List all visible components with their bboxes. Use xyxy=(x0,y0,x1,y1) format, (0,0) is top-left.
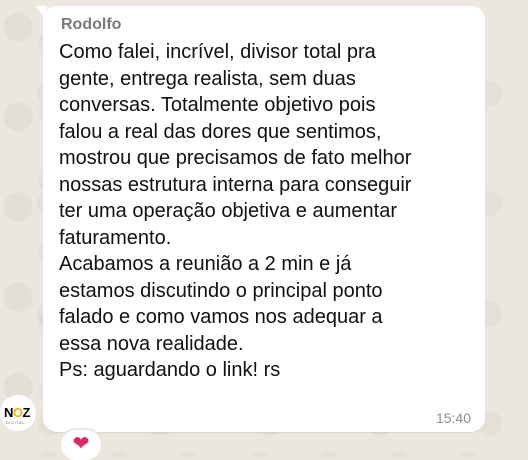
reaction-badge[interactable]: ❤ xyxy=(61,430,101,460)
message-line: mostrou que precisamos de fato melhor xyxy=(59,147,412,169)
avatar-logo: NOZ xyxy=(4,405,31,420)
avatar-logo-subtext: DIGITAL xyxy=(6,420,25,425)
message-text: Como falei, incrível, divisor total pra … xyxy=(59,39,477,384)
sender-name[interactable]: Rodolfo xyxy=(61,16,121,34)
message-line: falado e como vamos nos adequar a xyxy=(59,306,383,328)
message-line: conversas. Totalmente objetivo pois xyxy=(59,94,376,116)
bubble-tail xyxy=(35,6,47,20)
message-line: falou a real das dores que sentimos, xyxy=(59,120,382,143)
message-bubble[interactable]: Rodolfo Como falei, incrível, divisor to… xyxy=(35,6,485,432)
message-line: nossas estrutura interna para conseguir xyxy=(59,173,412,196)
heart-icon: ❤ xyxy=(72,433,90,455)
message-line: Acabamos a reunião a 2 min e já xyxy=(59,253,352,275)
message-timestamp: 15:40 xyxy=(435,410,471,426)
message-line: Ps: aguardando o link! rs xyxy=(59,359,281,381)
message-line: faturamento. xyxy=(59,226,172,249)
message-line: ter uma operação objetiva e aumentar xyxy=(59,200,397,222)
message-line: Como falei, incrível, divisor total pra xyxy=(59,41,376,63)
message-line: essa nova realidade. xyxy=(59,332,244,355)
message-line: estamos discutindo o principal ponto xyxy=(59,279,383,302)
message-line: gente, entrega realista, sem duas xyxy=(59,67,356,90)
sender-avatar[interactable]: NOZ DIGITAL xyxy=(0,395,36,431)
